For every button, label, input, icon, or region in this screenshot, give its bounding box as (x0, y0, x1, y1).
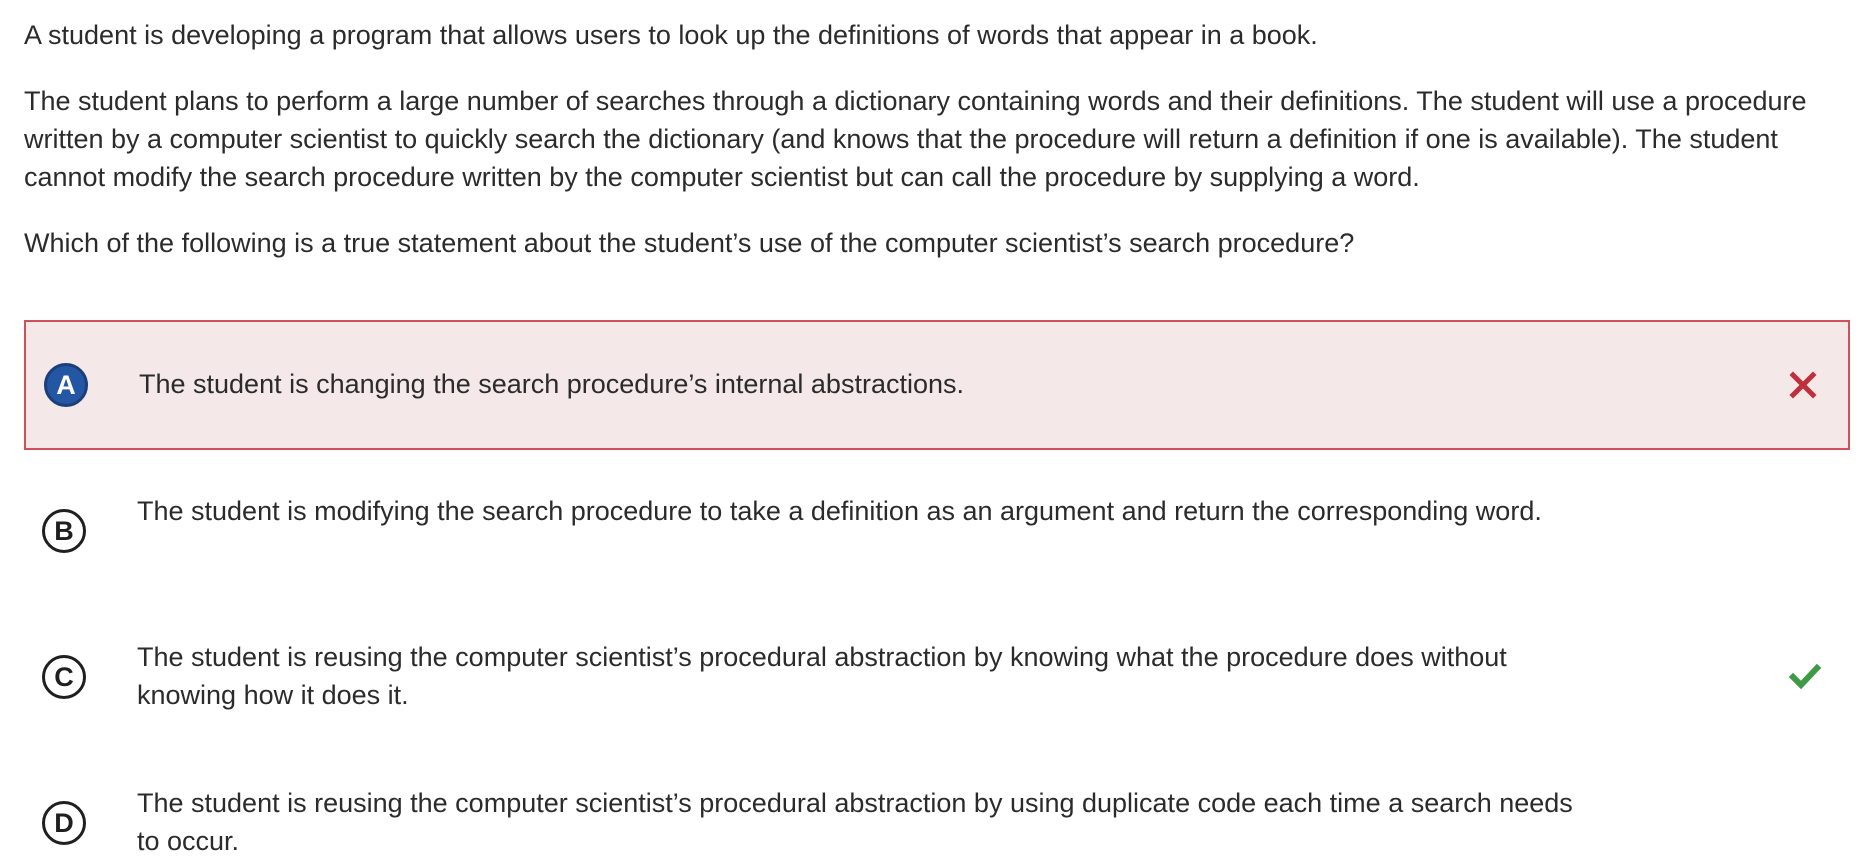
choice-text-c: The student is reusing the computer scie… (137, 642, 1507, 710)
question-context: The student plans to perform a large num… (24, 86, 1807, 192)
choice-text-a: The student is changing the search proce… (139, 369, 964, 399)
choice-letter-badge-b: B (42, 509, 86, 553)
answer-choice-c[interactable]: C The student is reusing the computer sc… (24, 636, 1850, 736)
answer-choice-d[interactable]: D The student is reusing the computer sc… (24, 782, 1850, 858)
answer-choice-b[interactable]: B The student is modifying the search pr… (24, 490, 1850, 590)
choice-letter-badge-c: C (42, 655, 86, 699)
choice-text-b: The student is modifying the search proc… (137, 496, 1542, 526)
choice-letter-badge-d: D (42, 801, 86, 845)
question-prompt: Which of the following is a true stateme… (24, 228, 1355, 258)
question-stem: A student is developing a program that a… (24, 16, 1854, 262)
x-icon (1789, 371, 1817, 399)
check-icon (1788, 663, 1822, 690)
choice-letter-badge-a: A (44, 363, 88, 407)
question-intro: A student is developing a program that a… (24, 20, 1318, 50)
choice-text-d: The student is reusing the computer scie… (137, 788, 1573, 856)
answer-choice-a[interactable]: A The student is changing the search pro… (24, 320, 1850, 450)
